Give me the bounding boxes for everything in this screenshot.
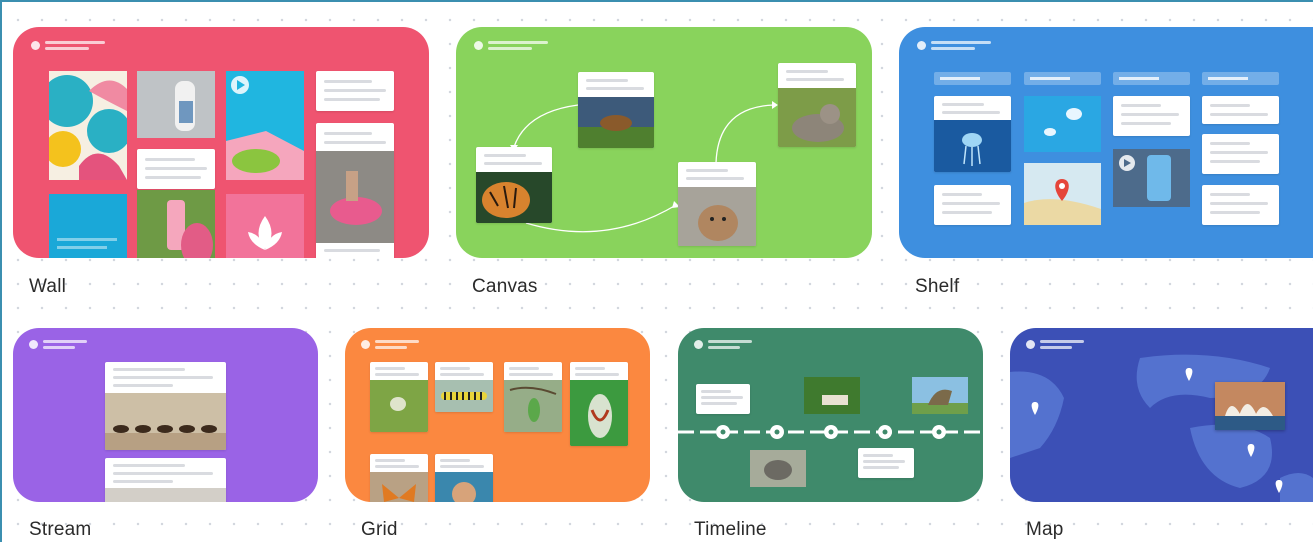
bird-photo bbox=[804, 377, 860, 414]
post-card bbox=[934, 185, 1011, 225]
post-card bbox=[476, 147, 552, 223]
post-card bbox=[316, 123, 394, 258]
board-header bbox=[361, 340, 419, 349]
post-card bbox=[370, 362, 428, 432]
avatar-icon bbox=[917, 41, 926, 50]
post-card bbox=[570, 362, 628, 446]
post-card bbox=[1202, 134, 1279, 174]
template-shelf[interactable]: Shelf bbox=[899, 27, 1313, 302]
template-canvas[interactable]: Canvas bbox=[456, 27, 872, 302]
template-label: Grid bbox=[361, 519, 398, 540]
post-card bbox=[858, 448, 914, 478]
map-pin-icon bbox=[1184, 368, 1194, 387]
avatar-icon bbox=[29, 340, 38, 349]
post-card bbox=[696, 384, 750, 414]
board-header bbox=[31, 41, 105, 50]
photo-preview bbox=[105, 488, 226, 502]
canvas-preview bbox=[456, 27, 872, 258]
runner-photo bbox=[137, 71, 215, 138]
avatar-icon bbox=[361, 340, 370, 349]
dinosaur-photo bbox=[912, 377, 968, 414]
template-stream[interactable]: Stream bbox=[13, 328, 318, 542]
chrysalis-photo bbox=[504, 380, 562, 432]
post-card bbox=[578, 72, 654, 148]
post-card bbox=[1202, 96, 1279, 124]
camel-caravan-photo bbox=[105, 393, 226, 450]
tiger-photo bbox=[476, 172, 552, 223]
shelf-column-header bbox=[1113, 72, 1190, 85]
shelf-preview bbox=[899, 27, 1313, 258]
shelf-column-header bbox=[1024, 72, 1101, 85]
template-label: Wall bbox=[29, 276, 67, 297]
chrysalis-photo bbox=[570, 380, 628, 446]
butterfly-photo bbox=[370, 472, 428, 502]
template-map[interactable]: Map bbox=[1010, 328, 1313, 542]
post-card bbox=[934, 96, 1011, 172]
template-label: Timeline bbox=[694, 519, 767, 540]
map-pin-icon bbox=[1246, 444, 1256, 463]
avatar-icon bbox=[31, 41, 40, 50]
leaf-tile bbox=[226, 194, 304, 258]
post-card bbox=[504, 362, 562, 432]
grid-preview bbox=[345, 328, 650, 502]
post-card bbox=[435, 454, 493, 502]
jellyfish-photo bbox=[1024, 96, 1101, 152]
cat-photo bbox=[778, 88, 856, 147]
map-preview bbox=[1010, 328, 1313, 502]
post-card bbox=[105, 362, 226, 450]
post-card bbox=[316, 71, 394, 111]
dog-photo bbox=[578, 97, 654, 148]
template-label: Canvas bbox=[472, 276, 538, 297]
lynx-photo bbox=[678, 187, 756, 246]
post-card bbox=[678, 162, 756, 246]
post-card bbox=[105, 458, 226, 502]
template-label: Map bbox=[1026, 519, 1064, 540]
template-timeline[interactable]: Timeline bbox=[678, 328, 983, 542]
map-pin-image bbox=[1024, 163, 1101, 225]
post-card bbox=[435, 362, 493, 412]
video-image bbox=[226, 71, 304, 180]
elephant-photo bbox=[750, 450, 806, 487]
post-card bbox=[1113, 96, 1190, 136]
template-grid[interactable]: Grid bbox=[345, 328, 650, 542]
board-header bbox=[917, 41, 991, 50]
wall-preview bbox=[13, 27, 429, 258]
caterpillar-photo bbox=[435, 380, 493, 412]
template-label: Stream bbox=[29, 519, 92, 540]
blue-image bbox=[49, 194, 127, 258]
water-bottle-photo bbox=[137, 190, 215, 258]
caterpillar-egg-photo bbox=[370, 380, 428, 432]
board-header bbox=[29, 340, 87, 349]
map-pin-icon bbox=[1030, 402, 1040, 421]
map-pin-icon bbox=[1274, 480, 1284, 499]
jellyfish-photo bbox=[934, 120, 1011, 172]
sneaker-photo bbox=[316, 151, 394, 243]
post-card bbox=[778, 63, 856, 147]
phone-video-image bbox=[1113, 149, 1190, 207]
post-card bbox=[370, 454, 428, 502]
timeline-preview bbox=[678, 328, 983, 502]
timeline-line bbox=[678, 425, 983, 439]
post-card bbox=[137, 149, 215, 189]
template-wall[interactable]: Wall bbox=[13, 27, 429, 302]
template-label: Shelf bbox=[915, 276, 960, 297]
post-card bbox=[1202, 185, 1279, 225]
shelf-column-header bbox=[934, 72, 1011, 85]
stream-preview bbox=[13, 328, 318, 502]
opera-house-photo bbox=[1215, 382, 1285, 430]
child-photo bbox=[435, 472, 493, 502]
shelf-column-header bbox=[1202, 72, 1279, 85]
abstract-art-image bbox=[49, 71, 127, 180]
